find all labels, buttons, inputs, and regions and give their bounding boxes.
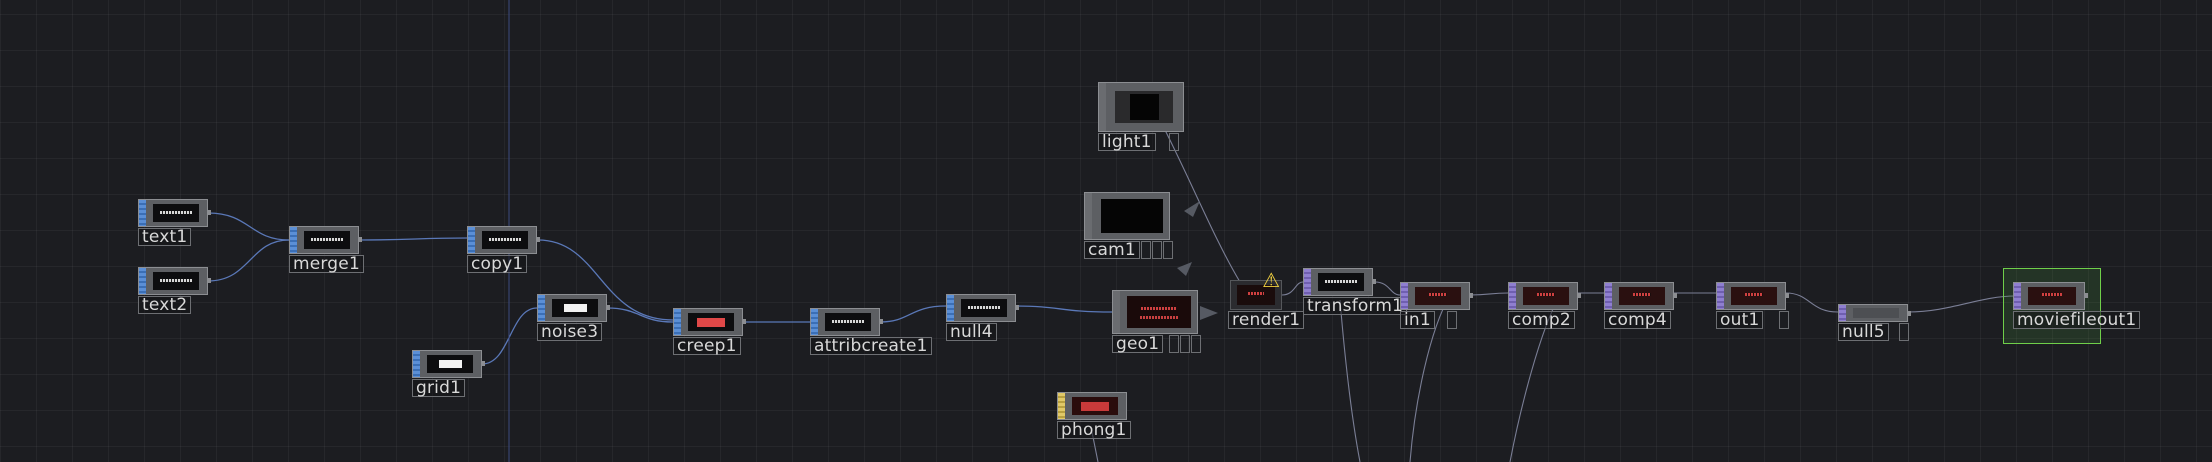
moviefileout1-thumbnail [2028, 287, 2076, 305]
geo-arrow [1200, 306, 1218, 320]
text1-thumbnail [153, 204, 199, 222]
merge1-thumbnail [304, 231, 350, 249]
node-flags[interactable] [1778, 311, 1789, 329]
node-flags[interactable] [1140, 241, 1173, 259]
cam-arrow-bottom [1177, 262, 1192, 276]
wire-text2-merge1 [207, 239, 290, 282]
node-label: render1 [1228, 311, 1305, 329]
wire-text1-merge1 [207, 212, 290, 241]
cam1-thumbnail [1101, 199, 1163, 233]
transform1-thumbnail [1318, 273, 1364, 291]
node-flags[interactable] [1168, 133, 1179, 151]
comp2-thumbnail [1523, 287, 1569, 305]
node-label: transform1 [1303, 297, 1408, 315]
node-label: in1 [1400, 311, 1435, 329]
node-label: attribcreate1 [810, 337, 932, 355]
wire-transform1-down [1339, 299, 1361, 462]
wire-in1-comp2 [1469, 292, 1509, 296]
noise3-thumbnail [552, 299, 598, 317]
node-copy1[interactable]: copy1 [467, 226, 540, 273]
node-label: null4 [946, 323, 997, 341]
node-null5[interactable]: null5 [1838, 304, 1911, 341]
node-text1[interactable]: text1 [138, 199, 211, 246]
node-text2[interactable]: text2 [138, 267, 211, 314]
cam-arrow-top [1184, 201, 1200, 217]
wire-null4-geo1 [1015, 305, 1113, 313]
null4-thumbnail [961, 299, 1007, 317]
grid1-thumbnail [427, 355, 473, 373]
copy1-thumbnail [482, 231, 528, 249]
in1-thumbnail [1415, 287, 1461, 305]
node-grid1[interactable]: grid1 [412, 350, 485, 397]
wire-render1-transform1 [1281, 281, 1304, 296]
node-null4[interactable]: null4 [946, 294, 1019, 341]
node-transform1[interactable]: transform1 [1303, 268, 1408, 315]
wire-light1-render1 [1164, 129, 1241, 283]
creep1-thumbnail [688, 313, 734, 331]
node-light1[interactable]: light1 [1098, 82, 1184, 151]
node-flags[interactable] [1898, 323, 1909, 341]
node-comp4[interactable]: comp4 [1604, 282, 1677, 329]
node-flags[interactable] [1446, 311, 1457, 329]
warning-icon[interactable]: ⚠ [1262, 270, 1280, 290]
text2-thumbnail [153, 272, 199, 290]
node-moviefileout1[interactable]: moviefileout1 [2013, 282, 2141, 329]
out1-thumbnail [1731, 287, 1777, 305]
node-label: geo1 [1112, 335, 1164, 353]
node-label: out1 [1716, 311, 1764, 329]
attribcreate1-thumbnail [825, 313, 871, 331]
node-label: merge1 [289, 255, 364, 273]
node-phong1[interactable]: phong1 [1057, 392, 1131, 439]
network-editor-canvas[interactable]: text1 text2 merge1 copy1 noise3 grid1 cr… [0, 0, 2212, 462]
wire-attribcreate1-null4 [879, 305, 947, 323]
node-label: moviefileout1 [2013, 311, 2141, 329]
wire-merge1-copy1 [359, 237, 468, 241]
node-label: copy1 [467, 255, 528, 273]
light1-thumbnail [1115, 91, 1173, 123]
node-cam1[interactable]: cam1 [1084, 192, 1173, 259]
node-comp2[interactable]: comp2 [1508, 282, 1581, 329]
node-in1[interactable]: in1 [1400, 282, 1473, 329]
wire-out1-null5 [1785, 292, 1839, 313]
node-label: text1 [138, 228, 192, 246]
node-attribcreate1[interactable]: attribcreate1 [810, 308, 932, 355]
node-render1[interactable]: ⚠ render1 [1228, 270, 1305, 329]
node-noise3[interactable]: noise3 [537, 294, 610, 341]
null5-thumbnail [1853, 308, 1899, 318]
node-label: phong1 [1057, 421, 1131, 439]
node-label: null5 [1838, 323, 1889, 341]
node-label: comp2 [1508, 311, 1575, 329]
wire-null5-moviefileout1 [1907, 295, 2016, 313]
wire-transform1-in1 [1374, 281, 1401, 296]
node-merge1[interactable]: merge1 [289, 226, 364, 273]
geo1-thumbnail [1127, 296, 1191, 328]
node-label: text2 [138, 296, 192, 314]
node-label: creep1 [673, 337, 741, 355]
node-creep1[interactable]: creep1 [673, 308, 746, 355]
comp4-thumbnail [1619, 287, 1665, 305]
node-geo1[interactable]: geo1 [1112, 290, 1201, 353]
node-label: light1 [1098, 133, 1156, 151]
phong1-thumbnail [1072, 397, 1118, 415]
node-label: noise3 [537, 323, 603, 341]
node-label: comp4 [1604, 311, 1671, 329]
node-out1[interactable]: out1 [1716, 282, 1789, 329]
node-flags[interactable] [1168, 335, 1201, 353]
node-label: cam1 [1084, 241, 1140, 259]
node-label: grid1 [412, 379, 466, 397]
